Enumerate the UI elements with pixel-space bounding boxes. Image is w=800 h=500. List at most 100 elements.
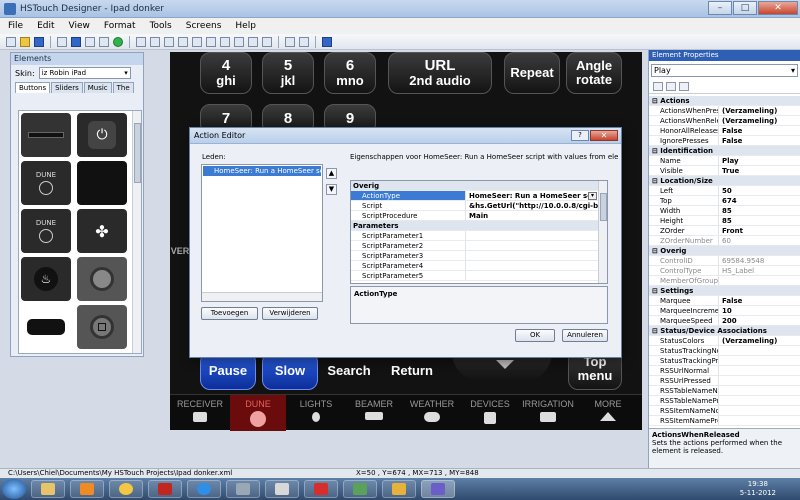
- scrollbar-thumb[interactable]: [600, 193, 607, 221]
- tab-buttons[interactable]: Buttons: [15, 82, 51, 93]
- tab-sliders[interactable]: Sliders: [51, 82, 83, 93]
- property-value[interactable]: [719, 416, 800, 425]
- menu-tools[interactable]: Tools: [150, 21, 172, 31]
- tab-music[interactable]: Music: [83, 82, 112, 93]
- property-value[interactable]: [719, 376, 800, 385]
- taskbar-media[interactable]: [70, 480, 104, 498]
- button-repeat[interactable]: Repeat: [504, 52, 560, 94]
- property-row[interactable]: ControlType HS_Label: [649, 266, 800, 276]
- element-tile[interactable]: [77, 257, 127, 301]
- button-5-jkl[interactable]: 5 jkl: [262, 52, 314, 94]
- taskbar-designer-active[interactable]: [421, 480, 455, 498]
- categorized-icon[interactable]: [653, 82, 663, 91]
- same-width-icon[interactable]: [220, 36, 230, 47]
- property-row[interactable]: ZOrderNumber 60: [649, 236, 800, 246]
- property-value[interactable]: 200: [719, 316, 800, 325]
- element-tile[interactable]: [21, 113, 71, 157]
- menu-file[interactable]: File: [8, 21, 23, 31]
- taskbar-app[interactable]: [265, 480, 299, 498]
- property-value[interactable]: Play: [719, 156, 800, 165]
- annuleren-button[interactable]: Annuleren: [562, 329, 608, 342]
- members-list[interactable]: HomeSeer: Run a HomeSeer scri: [201, 164, 323, 302]
- property-row[interactable]: RSSUrlPressed: [649, 376, 800, 386]
- new-icon[interactable]: [6, 36, 16, 47]
- property-row[interactable]: Name Play: [649, 156, 800, 166]
- property-row[interactable]: MarqueeSpeed 200: [649, 316, 800, 326]
- align-center-icon[interactable]: [150, 36, 160, 47]
- property-row[interactable]: StatusColors (Verzameling): [649, 336, 800, 346]
- action-property-row[interactable]: ScriptParameter1: [351, 231, 607, 241]
- dialog-help-button[interactable]: ?: [571, 130, 589, 141]
- image-icon[interactable]: [85, 36, 95, 47]
- property-category[interactable]: ⊟ Actions: [649, 96, 800, 106]
- taskbar-poker[interactable]: [304, 480, 338, 498]
- element-tile[interactable]: ✤: [77, 209, 127, 253]
- property-value[interactable]: False: [719, 296, 800, 305]
- ok-button[interactable]: OK: [515, 329, 555, 342]
- taskbar-tool[interactable]: [226, 480, 260, 498]
- property-value[interactable]: [719, 276, 800, 285]
- property-value[interactable]: True: [719, 166, 800, 175]
- tab-themes[interactable]: The: [112, 82, 134, 93]
- property-row[interactable]: Marquee False: [649, 296, 800, 306]
- action-grid-scrollbar[interactable]: [598, 181, 607, 283]
- align-top-icon[interactable]: [178, 36, 188, 47]
- property-row[interactable]: RSSItemNameNorm: [649, 406, 800, 416]
- nav-devices[interactable]: DEVICES: [462, 395, 518, 431]
- property-row[interactable]: StatusTrackingPress: [649, 356, 800, 366]
- menu-view[interactable]: View: [69, 21, 90, 31]
- property-value[interactable]: 10: [719, 306, 800, 315]
- toevoegen-button[interactable]: Toevoegen: [201, 307, 258, 320]
- taskbar-acrobat[interactable]: [148, 480, 182, 498]
- property-value[interactable]: (Verzameling): [719, 116, 800, 125]
- property-value[interactable]: 85: [719, 216, 800, 225]
- property-category[interactable]: ⊟ Status/Device Associations: [649, 326, 800, 336]
- close-button[interactable]: ✕: [758, 1, 798, 15]
- property-value[interactable]: False: [719, 136, 800, 145]
- element-select[interactable]: Play: [651, 64, 798, 77]
- property-row[interactable]: RSSTableNamePres: [649, 396, 800, 406]
- align-right-icon[interactable]: [164, 36, 174, 47]
- nav-irrigation[interactable]: IRRIGATION: [520, 395, 576, 431]
- members-list-hscrollbar[interactable]: [202, 292, 322, 301]
- property-category[interactable]: ⊟ Location/Size: [649, 176, 800, 186]
- action-property-value[interactable]: &hs.GetUrl("http://10.0.0.8/cgi-bi: [466, 201, 607, 210]
- property-value[interactable]: Front: [719, 226, 800, 235]
- dropdown-arrow-icon[interactable]: ▾: [588, 192, 597, 200]
- print-icon[interactable]: [285, 36, 295, 47]
- property-row[interactable]: ActionsWhenRelease(Verzameling): [649, 116, 800, 126]
- menu-screens[interactable]: Screens: [186, 21, 222, 31]
- members-list-item[interactable]: HomeSeer: Run a HomeSeer scri: [203, 166, 321, 176]
- verwijderen-button[interactable]: Verwijderen: [262, 307, 318, 320]
- property-row[interactable]: ZOrder Front: [649, 226, 800, 236]
- property-value[interactable]: False: [719, 126, 800, 135]
- element-tile[interactable]: [21, 305, 71, 349]
- property-row[interactable]: RSSItemNamePres: [649, 416, 800, 426]
- property-row[interactable]: Visible True: [649, 166, 800, 176]
- taskbar-media2[interactable]: [343, 480, 377, 498]
- property-row[interactable]: MarqueeIncrement10: [649, 306, 800, 316]
- action-property-row[interactable]: ScriptParameter4: [351, 261, 607, 271]
- property-value[interactable]: 69584.9548: [719, 256, 800, 265]
- grid-icon[interactable]: [57, 36, 67, 47]
- property-value[interactable]: 674: [719, 196, 800, 205]
- action-property-value[interactable]: [466, 261, 607, 270]
- same-height-icon[interactable]: [234, 36, 244, 47]
- property-row[interactable]: RSSUrlNormal: [649, 366, 800, 376]
- property-category[interactable]: ⊟ Identification: [649, 146, 800, 156]
- nav-lights[interactable]: LIGHTS: [288, 395, 344, 431]
- taskbar-explorer[interactable]: [31, 480, 65, 498]
- property-value[interactable]: [719, 386, 800, 395]
- property-row[interactable]: IgnorePresses False: [649, 136, 800, 146]
- property-row[interactable]: Height 85: [649, 216, 800, 226]
- action-property-row[interactable]: ScriptParameter3: [351, 251, 607, 261]
- align-middle-icon[interactable]: [192, 36, 202, 47]
- screen-icon[interactable]: [71, 36, 81, 47]
- property-row[interactable]: Left 50: [649, 186, 800, 196]
- property-row[interactable]: Top 674: [649, 196, 800, 206]
- property-row[interactable]: RSSTableNameNorm: [649, 386, 800, 396]
- same-size-icon[interactable]: [248, 36, 258, 47]
- property-value[interactable]: [719, 356, 800, 365]
- nav-beamer[interactable]: BEAMER: [346, 395, 402, 431]
- maximize-button[interactable]: □: [733, 1, 757, 15]
